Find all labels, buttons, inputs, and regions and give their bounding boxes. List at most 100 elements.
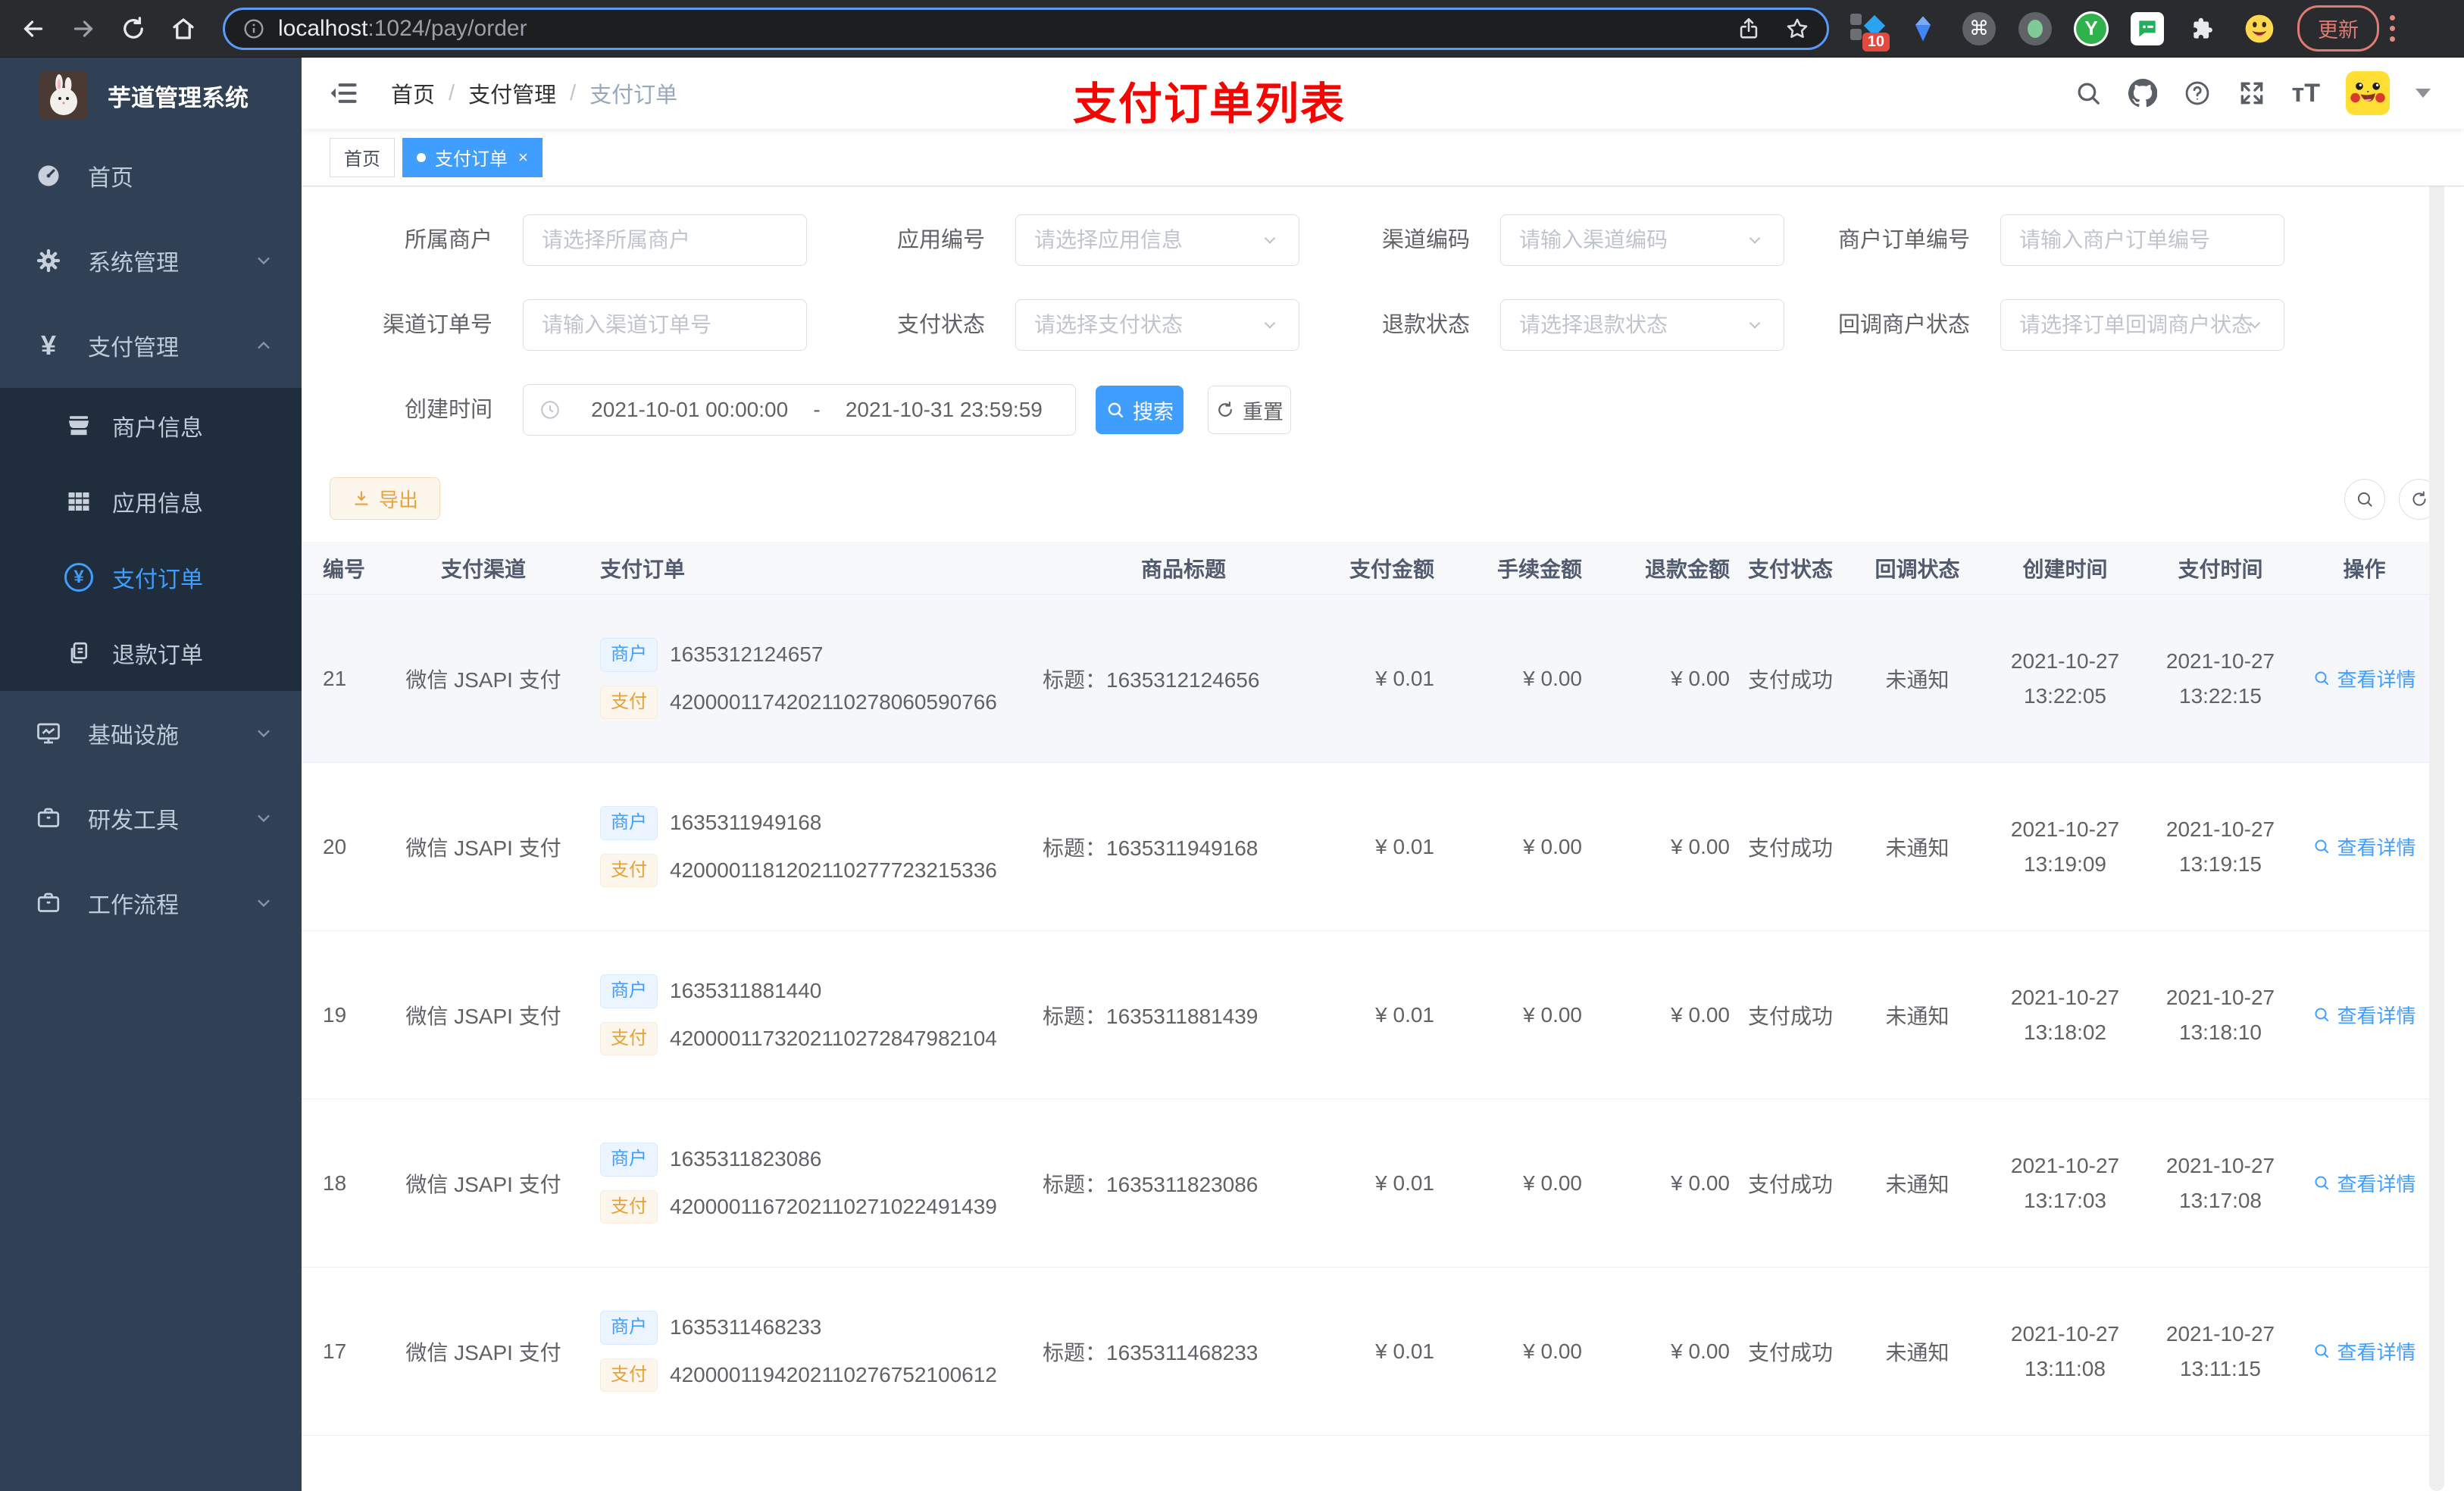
sidebar-item-label: 商户信息 (112, 416, 203, 441)
table-row-partial[interactable]: 商户 1635311351796 (302, 1436, 2434, 1491)
github-icon[interactable] (2128, 79, 2157, 108)
reload-icon (124, 16, 143, 39)
col-header-pay-time[interactable]: 支付时间 (2147, 553, 2294, 583)
sidebar-item-home[interactable]: 首页 (0, 133, 302, 218)
browser-forward-button[interactable] (67, 12, 100, 45)
chevron-down-icon (258, 730, 270, 738)
help-icon[interactable] (2183, 79, 2212, 108)
refund-status-select[interactable] (1500, 299, 1784, 351)
view-detail-link[interactable]: 查看详情 (2312, 1337, 2416, 1365)
view-detail-link[interactable]: 查看详情 (2312, 1169, 2416, 1197)
browser-toolbar: localhost:1024/pay/order 10 ⌘ Y 更新 (0, 0, 2464, 58)
merchant-order-label: 商户订单编号 (1837, 228, 1970, 252)
browser-update-button[interactable]: 更新 (2297, 5, 2379, 52)
col-header-status[interactable]: 支付状态 (1730, 553, 1851, 583)
table-row[interactable]: 19 微信 JSAPI 支付 商户 1635311881440 支付 42000… (302, 931, 2434, 1099)
browser-reload-button[interactable] (117, 12, 150, 45)
extension-y-icon[interactable]: Y (2073, 11, 2109, 47)
share-icon[interactable] (1736, 16, 1762, 42)
col-header-create-time[interactable]: 创建时间 (1984, 553, 2147, 583)
col-header-pay-order[interactable]: 支付订单 (582, 553, 1037, 583)
user-avatar[interactable] (2346, 71, 2390, 115)
fullscreen-icon[interactable] (2237, 79, 2266, 108)
chevron-down-icon (2249, 321, 2261, 329)
col-header-action[interactable]: 操作 (2294, 553, 2434, 583)
extension-command-icon[interactable]: ⌘ (1961, 11, 1997, 47)
back-icon (23, 20, 43, 37)
browser-back-button[interactable] (17, 12, 50, 45)
reset-button[interactable]: 重置 (1208, 386, 1291, 434)
breadcrumb-pay-management[interactable]: 支付管理 (468, 77, 556, 109)
browser-profile-avatar[interactable] (2241, 11, 2278, 47)
sidebar-item-refund-order[interactable]: 退款订单 (0, 615, 302, 691)
col-header-channel[interactable]: 支付渠道 (385, 553, 582, 583)
search-icon[interactable] (2074, 79, 2103, 108)
table-row[interactable]: 17 微信 JSAPI 支付 商户 1635311468233 支付 42000… (302, 1268, 2434, 1436)
extension-chat-icon[interactable] (2129, 11, 2165, 47)
breadcrumb-home[interactable]: 首页 (391, 77, 435, 109)
browser-menu-icon[interactable] (2390, 15, 2395, 42)
sidebar-logo[interactable]: 芋道管理系统 (0, 58, 302, 133)
site-info-icon[interactable] (242, 17, 266, 41)
sidebar-item-pay-order[interactable]: ¥ 支付订单 (0, 539, 302, 615)
table-row[interactable]: 18 微信 JSAPI 支付 商户 1635311823086 支付 42000… (302, 1099, 2434, 1268)
search-button[interactable]: 搜索 (1096, 386, 1184, 434)
browser-home-button[interactable] (167, 12, 200, 45)
col-header-notify[interactable]: 回调状态 (1851, 553, 1984, 583)
pay-status-select[interactable] (1015, 299, 1299, 351)
cell-action: 查看详情 (2294, 1337, 2434, 1366)
bookmark-star-icon[interactable] (1784, 16, 1810, 42)
merchant-order-input[interactable] (2000, 214, 2284, 266)
sidebar-item-dev-tools[interactable]: 研发工具 (0, 776, 302, 861)
col-header-refund[interactable]: 退款金额 (1582, 553, 1730, 583)
tag-pay-order[interactable]: 支付订单 × (402, 137, 543, 177)
sidebar-item-infrastructure[interactable]: 基础设施 (0, 691, 302, 776)
view-detail-link[interactable]: 查看详情 (2312, 833, 2416, 861)
sidebar-item-app-info[interactable]: 应用信息 (0, 464, 302, 539)
tag-home[interactable]: 首页 (330, 137, 395, 177)
merchant-order-no: 1635311949168 (670, 811, 822, 835)
chevron-down-icon (1749, 321, 1761, 329)
hide-search-button[interactable] (2344, 479, 2385, 520)
cell-status: 支付成功 (1730, 1168, 1851, 1199)
channel-code-select[interactable] (1500, 214, 1784, 266)
filter-row-3: 创建时间 2021-10-01 00:00:00 - 2021-10-31 23… (302, 384, 2464, 436)
export-button[interactable]: 导出 (330, 477, 440, 520)
extension-gem-icon[interactable] (1905, 11, 1941, 47)
app-select[interactable] (1015, 214, 1299, 266)
forward-icon (73, 20, 93, 37)
col-header-fee[interactable]: 手续金额 (1434, 553, 1582, 583)
table-row[interactable]: 21 微信 JSAPI 支付 商户 1635312124657 支付 42000… (302, 595, 2434, 763)
col-header-amount[interactable]: 支付金额 (1324, 553, 1434, 583)
sidebar-item-label: 首页 (88, 166, 133, 191)
extensions-puzzle-icon[interactable] (2185, 11, 2222, 47)
search-icon (2315, 1008, 2329, 1022)
sidebar-item-payment[interactable]: ¥ 支付管理 (0, 303, 302, 388)
channel-order-input[interactable] (523, 299, 807, 351)
col-header-id[interactable]: 编号 (302, 553, 385, 583)
cell-title: 标题：1635311823086 (1043, 1172, 1259, 1196)
sidebar-item-workflow[interactable]: 工作流程 (0, 861, 302, 946)
close-icon[interactable]: × (518, 148, 528, 167)
sidebar-collapse-icon[interactable] (327, 77, 361, 110)
merchant-order-no: 1635311881440 (670, 979, 822, 1003)
col-header-title[interactable]: 商品标题 (1037, 553, 1324, 583)
channel-pay-no: 4200001173202110272847982104 (670, 1026, 997, 1050)
font-size-icon[interactable]: тT (2292, 79, 2320, 108)
notify-status-select[interactable] (2000, 299, 2284, 351)
address-bar[interactable]: localhost:1024/pay/order (223, 7, 1829, 50)
table-row[interactable]: 20 微信 JSAPI 支付 商户 1635311949168 支付 42000… (302, 763, 2434, 931)
extension-grid-icon[interactable]: 10 (1849, 11, 1890, 52)
page-scrollbar[interactable] (2429, 68, 2444, 1491)
view-detail-link[interactable]: 查看详情 (2312, 664, 2416, 692)
merchant-tag: 商户 (600, 1311, 658, 1345)
briefcase-icon (33, 888, 64, 918)
extension-record-icon[interactable] (2017, 11, 2053, 47)
view-detail-link[interactable]: 查看详情 (2312, 1001, 2416, 1029)
avatar-dropdown-caret[interactable] (2416, 89, 2431, 98)
sidebar-item-merchant-info[interactable]: 商户信息 (0, 388, 302, 464)
ext-square (1850, 13, 1862, 25)
merchant-input[interactable] (523, 214, 807, 266)
sidebar-item-system[interactable]: 系统管理 (0, 218, 302, 303)
date-range-picker[interactable]: 2021-10-01 00:00:00 - 2021-10-31 23:59:5… (523, 384, 1076, 436)
